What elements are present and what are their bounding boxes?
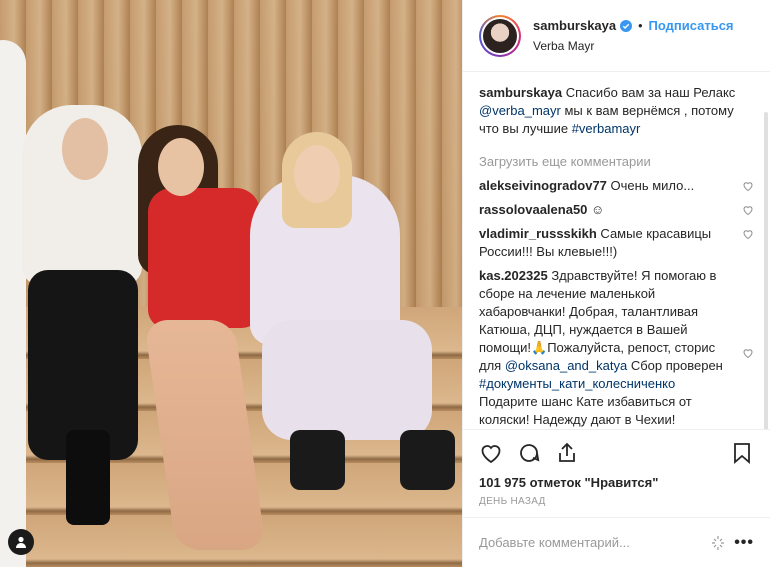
person-middle-top — [148, 188, 260, 328]
load-more-comments-link[interactable]: Загрузить еще комментарии — [479, 154, 754, 169]
post-header: samburskaya • Подписаться Verba Mayr — [463, 0, 770, 72]
heart-icon[interactable] — [479, 441, 503, 465]
person-middle-face — [158, 138, 204, 196]
heart-icon[interactable] — [742, 180, 754, 192]
heart-icon[interactable] — [742, 347, 754, 359]
heart-icon[interactable] — [742, 204, 754, 216]
loading-spinner-icon — [712, 535, 725, 550]
comments-section[interactable]: samburskaya Спасибо вам за наш Релакс @v… — [463, 72, 770, 429]
header-username[interactable]: samburskaya — [533, 18, 616, 34]
white-column — [0, 40, 26, 567]
user-tag-icon[interactable] — [8, 529, 34, 555]
person-left-face — [62, 118, 108, 180]
comment-username[interactable]: vladimir_russskikh — [479, 226, 597, 241]
person-left-boot — [66, 430, 110, 525]
likes-count[interactable]: 101 975 отметок "Нравится" — [463, 467, 770, 490]
comment-text: ☺ — [591, 202, 605, 217]
profile-picture — [483, 18, 517, 53]
person-right-face — [294, 145, 340, 203]
more-options-button[interactable]: ••• — [734, 534, 754, 552]
comment-text: Сбор проверен — [630, 358, 723, 373]
person-right-shoe — [290, 430, 345, 490]
bookmark-icon[interactable] — [730, 441, 754, 465]
comment-text: Подарите шанс Кате избавиться от коляски… — [479, 394, 692, 427]
follow-button[interactable]: Подписаться — [649, 18, 734, 34]
person-right-shoe — [400, 430, 455, 490]
comment-username[interactable]: alekseivinogradov77 — [479, 178, 607, 193]
comment-mention-link[interactable]: @oksana_and_katya — [505, 358, 627, 373]
comment-username[interactable]: kas.202325 — [479, 268, 548, 283]
post-photo[interactable] — [0, 0, 462, 567]
post-timestamp[interactable]: ДЕНЬ НАЗАД — [463, 490, 770, 517]
comment-row: rassolovaalena50 ☺ — [479, 201, 754, 219]
comment-icon[interactable] — [517, 441, 541, 465]
comment-username[interactable]: rassolovaalena50 — [479, 202, 587, 217]
comments-scrollbar[interactable] — [764, 112, 768, 429]
caption-mention-link[interactable]: @verba_mayr — [479, 103, 561, 118]
caption: samburskaya Спасибо вам за наш Релакс @v… — [479, 84, 754, 138]
location-link[interactable]: Verba Mayr — [533, 38, 734, 54]
instagram-post: samburskaya • Подписаться Verba Mayr sam… — [0, 0, 770, 567]
comment-row: kas.202325 Здравствуйте! Я помогаю в сбо… — [479, 267, 754, 429]
comment-row: vladimir_russskikh Самые красавицы Росси… — [479, 225, 754, 261]
action-bar — [463, 429, 770, 467]
comment-text: Очень мило... — [610, 178, 695, 193]
person-right-pants — [262, 320, 432, 440]
verified-badge-icon — [620, 19, 633, 32]
comment-row: alekseivinogradov77 Очень мило... — [479, 177, 754, 195]
comment-hashtag-link[interactable]: #документы_кати_колесниченко — [479, 376, 675, 391]
caption-hashtag-link[interactable]: #verbamayr — [572, 121, 641, 136]
add-comment-bar: Добавьте комментарий... ••• — [463, 517, 770, 567]
post-sidebar: samburskaya • Подписаться Verba Mayr sam… — [462, 0, 770, 567]
share-icon[interactable] — [555, 441, 579, 465]
caption-username[interactable]: samburskaya — [479, 85, 562, 100]
separator-dot: • — [638, 18, 643, 33]
caption-text: Спасибо вам за наш Релакс — [565, 85, 736, 100]
heart-icon[interactable] — [742, 228, 754, 240]
avatar[interactable] — [479, 14, 521, 57]
add-comment-input[interactable]: Добавьте комментарий... — [479, 535, 712, 550]
